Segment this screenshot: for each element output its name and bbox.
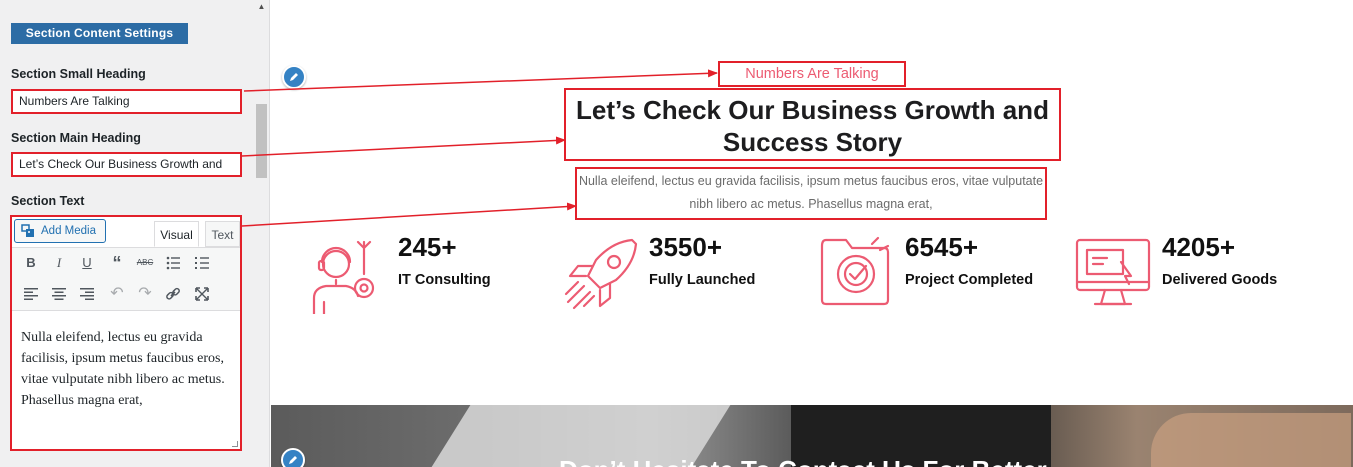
align-right-icon[interactable] [76, 283, 98, 305]
add-media-icon [21, 224, 34, 237]
section-small-heading-input[interactable]: Numbers Are Talking [11, 89, 242, 114]
target-folder-icon [820, 236, 890, 306]
preview-section-text: Nulla eleifend, lectus eu gravida facili… [575, 167, 1047, 220]
tab-text[interactable]: Text [205, 221, 240, 247]
section-content-settings-button[interactable]: Section Content Settings [11, 23, 188, 44]
stat-item: 4205+ Delivered Goods [1075, 232, 1335, 322]
cta-heading: Don’t Hesitate To Contact Us For Better [559, 455, 1047, 467]
blockquote-icon[interactable]: “ [106, 252, 128, 274]
section-text-label: Section Text [11, 194, 85, 208]
add-media-button[interactable]: Add Media [14, 219, 106, 243]
bold-icon[interactable]: B [20, 252, 42, 274]
stat-item: 6545+ Project Completed [818, 232, 1078, 322]
customizer-sidebar: ▲ Section Content Settings Section Small… [0, 0, 270, 467]
sidebar-scrollbar[interactable] [255, 0, 268, 467]
fullscreen-icon[interactable] [191, 283, 213, 305]
add-media-label: Add Media [41, 225, 96, 237]
stat-item: 3550+ Fully Launched [562, 232, 802, 322]
editor-content[interactable]: Nulla eleifend, lectus eu gravida facili… [21, 327, 233, 411]
monitor-icon [1075, 238, 1151, 306]
scroll-up-arrow-icon[interactable]: ▲ [256, 2, 267, 12]
cta-photo-hand [1151, 413, 1351, 467]
preview-main-heading: Let’s Check Our Business Growth and Succ… [564, 88, 1061, 161]
consultant-icon [312, 240, 375, 314]
main-heading-line-1: Let’s Check Our Business Growth and [576, 95, 1049, 125]
stat-label: Project Completed [905, 272, 1034, 288]
stat-label: IT Consulting [398, 272, 491, 288]
redo-icon[interactable]: ↷ [134, 283, 156, 305]
tab-visual[interactable]: Visual [154, 221, 199, 247]
customizer-screen: ▲ Section Content Settings Section Small… [0, 0, 1353, 467]
underline-icon[interactable]: U [76, 252, 98, 274]
section-text-editor: Add Media Visual Text B I U “ ABC ↶ ↷ Nu… [10, 215, 242, 451]
preview-small-heading: Numbers Are Talking [718, 61, 906, 87]
editor-toolbar: B I U “ ABC ↶ ↷ [12, 247, 240, 311]
main-heading-line-2: Success Story [722, 127, 903, 157]
align-left-icon[interactable] [20, 283, 42, 305]
edit-section-pencil-icon[interactable] [282, 65, 306, 89]
stat-number: 4205+ [1162, 232, 1236, 262]
bulleted-list-icon[interactable] [162, 252, 184, 274]
section-small-heading-label: Section Small Heading [11, 67, 146, 81]
stat-label: Delivered Goods [1162, 272, 1278, 288]
numbered-list-icon[interactable] [191, 252, 213, 274]
section-main-heading-input[interactable]: Let’s Check Our Business Growth and [11, 152, 242, 177]
link-icon[interactable] [162, 283, 184, 305]
site-preview: Numbers Are Talking Let’s Check Our Busi… [271, 0, 1353, 467]
stat-item: 245+ IT Consulting [306, 232, 546, 322]
edit-cta-pencil-icon[interactable] [281, 448, 305, 467]
stat-number: 3550+ [649, 232, 723, 262]
strikethrough-icon[interactable]: ABC [134, 252, 156, 274]
undo-icon[interactable]: ↶ [106, 283, 128, 305]
stat-number: 6545+ [905, 232, 979, 262]
align-center-icon[interactable] [48, 283, 70, 305]
editor-resize-handle[interactable] [232, 441, 238, 447]
sidebar-scroll-thumb[interactable] [256, 104, 267, 178]
section-main-heading-label: Section Main Heading [11, 131, 141, 145]
rocket-icon [564, 238, 638, 310]
stat-number: 245+ [398, 232, 457, 262]
stat-label: Fully Launched [649, 272, 756, 288]
italic-icon[interactable]: I [48, 252, 70, 274]
